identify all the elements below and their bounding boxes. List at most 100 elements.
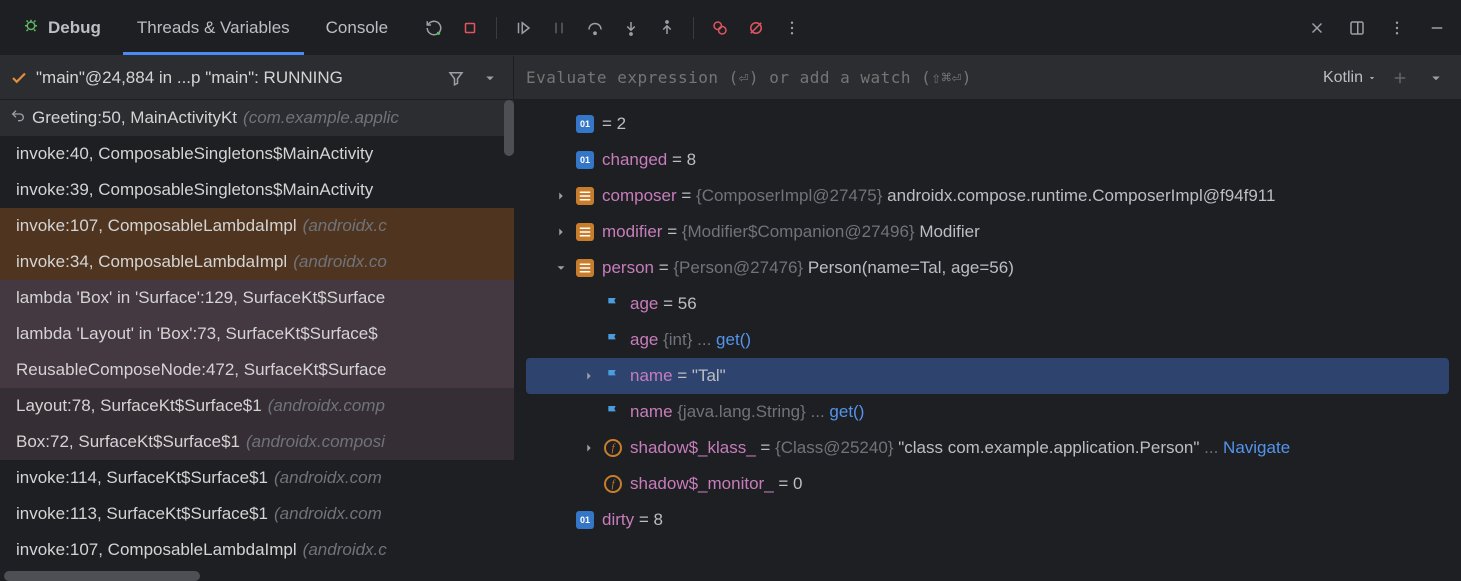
frame-text: invoke:34, ComposableLambdaImpl bbox=[16, 252, 287, 272]
object-icon bbox=[576, 259, 594, 277]
dropdown2-icon[interactable] bbox=[1423, 65, 1449, 91]
frame-package: (androidx.comp bbox=[268, 396, 385, 416]
pause-icon[interactable] bbox=[543, 12, 575, 44]
threads-tab-label: Threads & Variables bbox=[137, 18, 290, 38]
frames-horizontal-scrollbar[interactable] bbox=[4, 571, 200, 581]
frame-text: invoke:107, ComposableLambdaImpl bbox=[16, 540, 297, 560]
stack-frame-row[interactable]: invoke:40, ComposableSingletons$MainActi… bbox=[0, 136, 514, 172]
variable-text: name = "Tal" bbox=[630, 366, 726, 386]
frames-pane[interactable]: Greeting:50, MainActivityKt (com.example… bbox=[0, 100, 514, 581]
evaluate-expression-input[interactable] bbox=[526, 68, 1313, 87]
frame-text: invoke:113, SurfaceKt$Surface$1 bbox=[16, 504, 268, 524]
frame-text: ReusableComposeNode:472, SurfaceKt$Surfa… bbox=[16, 360, 386, 380]
step-out-icon[interactable] bbox=[651, 12, 683, 44]
console-tab[interactable]: Console bbox=[312, 0, 402, 55]
variables-pane[interactable]: 01= 201changed = 8composer = {ComposerIm… bbox=[514, 100, 1461, 581]
stack-frame-row[interactable]: invoke:34, ComposableLambdaImpl (android… bbox=[0, 244, 514, 280]
more2-icon[interactable] bbox=[1381, 12, 1413, 44]
stack-frame-row[interactable]: invoke:107, ComposableLambdaImpl (androi… bbox=[0, 208, 514, 244]
variable-text: changed = 8 bbox=[602, 150, 696, 170]
frame-package: (androidx.c bbox=[303, 540, 387, 560]
getter-link[interactable]: get() bbox=[716, 330, 751, 349]
step-into-icon[interactable] bbox=[615, 12, 647, 44]
getter-link[interactable]: get() bbox=[829, 402, 864, 421]
variable-row[interactable]: composer = {ComposerImpl@27475} androidx… bbox=[514, 178, 1461, 214]
stack-frame-row[interactable]: invoke:113, SurfaceKt$Surface$1 (android… bbox=[0, 496, 514, 532]
object-icon bbox=[576, 187, 594, 205]
bug-icon bbox=[22, 16, 40, 39]
frame-package: (androidx.com bbox=[274, 504, 382, 524]
primitive-icon: 01 bbox=[576, 151, 594, 169]
stack-frame-row[interactable]: ReusableComposeNode:472, SurfaceKt$Surfa… bbox=[0, 352, 514, 388]
property-icon bbox=[604, 367, 622, 385]
field-icon: f bbox=[604, 475, 622, 493]
frame-text: lambda 'Layout' in 'Box':73, SurfaceKt$S… bbox=[16, 324, 378, 344]
stack-frame-row[interactable]: invoke:39, ComposableSingletons$MainActi… bbox=[0, 172, 514, 208]
object-icon bbox=[576, 223, 594, 241]
stack-frame-row[interactable]: Box:72, SurfaceKt$Surface$1 (androidx.co… bbox=[0, 424, 514, 460]
variable-text: person = {Person@27476} Person(name=Tal,… bbox=[602, 258, 1014, 278]
stack-frame-row[interactable]: Layout:78, SurfaceKt$Surface$1 (androidx… bbox=[0, 388, 514, 424]
step-over-icon[interactable] bbox=[579, 12, 611, 44]
variable-text: = 2 bbox=[602, 114, 626, 134]
stop-icon[interactable] bbox=[454, 12, 486, 44]
filter-icon[interactable] bbox=[443, 65, 469, 91]
threads-tab[interactable]: Threads & Variables bbox=[123, 0, 304, 55]
stack-frame-row[interactable]: Greeting:50, MainActivityKt (com.example… bbox=[0, 100, 514, 136]
field-icon: f bbox=[604, 439, 622, 457]
variable-row[interactable]: name = "Tal" bbox=[526, 358, 1449, 394]
add-watch-icon[interactable] bbox=[1387, 65, 1413, 91]
variable-row[interactable]: age = 56 bbox=[514, 286, 1461, 322]
drop-frame-icon[interactable] bbox=[10, 108, 26, 129]
frame-package: (com.example.applic bbox=[243, 108, 399, 128]
view-breakpoints-icon[interactable] bbox=[704, 12, 736, 44]
variable-row[interactable]: age {int} ... get() bbox=[514, 322, 1461, 358]
stack-frame-row[interactable]: lambda 'Box' in 'Surface':129, SurfaceKt… bbox=[0, 280, 514, 316]
property-icon bbox=[604, 295, 622, 313]
separator bbox=[693, 17, 694, 39]
expand-icon[interactable] bbox=[582, 441, 596, 455]
collapse-icon[interactable] bbox=[554, 261, 568, 275]
frame-text: Greeting:50, MainActivityKt bbox=[32, 108, 237, 128]
stack-frame-row[interactable]: invoke:107, ComposableLambdaImpl (androi… bbox=[0, 532, 514, 568]
primitive-icon: 01 bbox=[576, 511, 594, 529]
thread-label[interactable]: "main"@24,884 in ...p "main": RUNNING bbox=[36, 68, 435, 88]
property-icon bbox=[604, 403, 622, 421]
stack-frame-row[interactable]: lambda 'Layout' in 'Box':73, SurfaceKt$S… bbox=[0, 316, 514, 352]
stack-frame-row[interactable]: invoke:114, SurfaceKt$Surface$1 (android… bbox=[0, 460, 514, 496]
variable-text: age = 56 bbox=[630, 294, 697, 314]
variable-row[interactable]: 01dirty = 8 bbox=[514, 502, 1461, 538]
variable-row[interactable]: 01 changed = 8 bbox=[514, 142, 1461, 178]
frame-text: invoke:40, ComposableSingletons$MainActi… bbox=[16, 144, 373, 164]
resume-icon[interactable] bbox=[507, 12, 539, 44]
variable-row[interactable]: modifier = {Modifier$Companion@27496} Mo… bbox=[514, 214, 1461, 250]
variable-row[interactable]: person = {Person@27476} Person(name=Tal,… bbox=[514, 250, 1461, 286]
variable-row[interactable]: f shadow$_monitor_ = 0 bbox=[514, 466, 1461, 502]
debug-tab[interactable]: Debug bbox=[8, 0, 115, 55]
variable-row[interactable]: fshadow$_klass_ = {Class@25240} "class c… bbox=[514, 430, 1461, 466]
expand-icon[interactable] bbox=[582, 369, 596, 383]
variable-text: shadow$_monitor_ = 0 bbox=[630, 474, 803, 494]
close-icon[interactable] bbox=[1301, 12, 1333, 44]
console-tab-label: Console bbox=[326, 18, 388, 38]
frame-text: Layout:78, SurfaceKt$Surface$1 bbox=[16, 396, 262, 416]
variable-text: name {java.lang.String} ... get() bbox=[630, 402, 864, 422]
minimize-icon[interactable] bbox=[1421, 12, 1453, 44]
variable-row[interactable]: 01= 2 bbox=[514, 106, 1461, 142]
frame-text: invoke:107, ComposableLambdaImpl bbox=[16, 216, 297, 236]
frames-vertical-scrollbar[interactable] bbox=[504, 100, 514, 156]
navigate-link[interactable]: Navigate bbox=[1223, 438, 1290, 457]
variable-row[interactable]: name {java.lang.String} ... get() bbox=[514, 394, 1461, 430]
variable-text: modifier = {Modifier$Companion@27496} Mo… bbox=[602, 222, 980, 242]
expand-icon[interactable] bbox=[554, 189, 568, 203]
frame-package: (androidx.com bbox=[274, 468, 382, 488]
more-icon[interactable] bbox=[776, 12, 808, 44]
language-selector[interactable]: Kotlin bbox=[1323, 69, 1377, 87]
rerun-icon[interactable] bbox=[418, 12, 450, 44]
frame-text: invoke:39, ComposableSingletons$MainActi… bbox=[16, 180, 373, 200]
expand-icon[interactable] bbox=[554, 225, 568, 239]
layout-icon[interactable] bbox=[1341, 12, 1373, 44]
mute-breakpoints-icon[interactable] bbox=[740, 12, 772, 44]
dropdown-icon[interactable] bbox=[477, 65, 503, 91]
variable-text: composer = {ComposerImpl@27475} androidx… bbox=[602, 186, 1275, 206]
